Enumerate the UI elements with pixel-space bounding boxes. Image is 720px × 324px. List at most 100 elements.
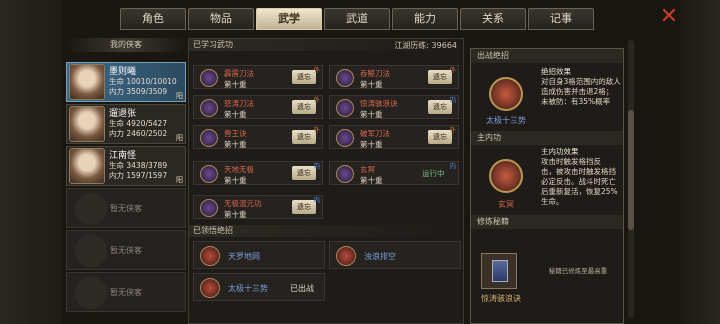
tab-character[interactable]: 角色 (120, 8, 186, 30)
close-icon[interactable]: ✕ (656, 6, 682, 30)
skill-level: 第十重 (360, 110, 383, 119)
skill-name: 吞鲸刀法 (360, 69, 390, 78)
skill-icon (200, 129, 218, 147)
forget-button[interactable]: 遗忘 (428, 70, 452, 84)
inner-effect-text: 击，被攻击时触发格挡必定反击。战斗时死亡后重新复活，恢复25%生命。 (541, 167, 618, 206)
skill-tag: 外 (313, 126, 321, 134)
tab-martial-way[interactable]: 武道 (324, 8, 390, 30)
ult-name: 太极十三势 (228, 284, 268, 293)
ult-icon (336, 246, 356, 266)
tab-bar: 角色 物品 武学 武道 能力 关系 记事 (120, 8, 594, 32)
skill-name: 天地无极 (224, 165, 254, 174)
forget-button[interactable]: 遗忘 (292, 200, 316, 214)
hero-card[interactable]: 江南怪 生命 3438/3789 内力 1597/1597 阳 (66, 146, 186, 186)
ult-name: 太极十三势 (486, 116, 526, 125)
hero-list-title: 我的侠客 (66, 38, 186, 52)
skill-name: 怒涛刀法 (224, 99, 254, 108)
empty-hero-slot[interactable]: 暂无侠客 (66, 272, 186, 312)
experience-points: 江湖历练: 39664 (394, 41, 457, 50)
inner-name: 玄冥 (498, 200, 514, 209)
hero-flag: 阳 (176, 92, 183, 100)
skill-icon (336, 165, 354, 183)
ghost-avatar-icon (75, 277, 107, 309)
skill-level: 第十重 (224, 110, 247, 119)
tab-martial-arts[interactable]: 武学 (256, 8, 322, 30)
skill-card[interactable]: 天地无极 第十重 遗忘内 (193, 161, 323, 185)
ghost-avatar-icon (75, 193, 107, 225)
skill-card[interactable]: 兽王诀第十重 遗忘外 (193, 125, 323, 149)
skill-name: 无极混元功 (224, 199, 262, 208)
hero-mp: 内力 1597/1597 (109, 171, 168, 180)
forget-button[interactable]: 遗忘 (428, 130, 452, 144)
scrollbar-thumb[interactable] (628, 110, 634, 230)
skill-level: 第十重 (224, 210, 247, 219)
hero-card[interactable]: 遛退张 生命 4920/5427 内力 2460/2502 阳 (66, 104, 186, 144)
tab-items[interactable]: 物品 (188, 8, 254, 30)
ult-card[interactable]: 浊浪排空 (329, 241, 461, 269)
skill-card[interactable]: 吞鲸刀法 第十重 遗忘外 (329, 65, 459, 89)
ult-card[interactable]: 太极十三势 已出战 (193, 273, 325, 301)
skill-level: 第十重 (360, 80, 383, 89)
book-icon (481, 253, 517, 289)
skill-level: 第十重 (224, 140, 247, 149)
skill-level: 第十重 (360, 176, 383, 185)
ult-name: 天罗地网 (228, 252, 260, 261)
skill-level: 第十重 (360, 140, 383, 149)
book-cover (492, 260, 508, 282)
skill-name: 兽王诀 (224, 129, 247, 138)
hero-name: 墨则曦 (109, 67, 137, 77)
ult-effect-extra: 未被防：有35%概率 (541, 97, 611, 106)
skill-tag: 外 (449, 126, 457, 134)
tab-relations[interactable]: 关系 (460, 8, 526, 30)
ult-effect: 绝招效果 对自身3格范围内的敌人造成伤害并击退2格； 未被防：有35%概率 (541, 67, 623, 127)
forget-button[interactable]: 遗忘 (292, 100, 316, 114)
tab-notes[interactable]: 记事 (528, 8, 594, 30)
skill-tag: 内 (313, 162, 321, 170)
hero-flag: 阳 (176, 134, 183, 142)
ult-big-icon (489, 77, 523, 111)
skill-card[interactable]: 霹雳刀法 第十重 遗忘外 (193, 65, 323, 89)
hero-mp: 内力 2460/2502 (109, 129, 168, 138)
skill-name: 霹雳刀法 (224, 69, 254, 78)
ult-name: 浊浪排空 (364, 252, 396, 261)
hero-info: 江南怪 生命 3438/3789 内力 1597/1597 (109, 151, 167, 181)
ult-title: 已领悟绝招 (189, 225, 465, 237)
inner-header: 主内功 (471, 131, 623, 145)
skill-card[interactable]: 破军刀法第十重 遗忘外 (329, 125, 459, 149)
skill-icon (200, 99, 218, 117)
hero-info: 遛退张 生命 4920/5427 内力 2460/2502 (109, 109, 167, 139)
left-background (0, 0, 62, 324)
empty-hero-slot[interactable]: 暂无侠客 (66, 188, 186, 228)
skill-level: 第十重 (224, 80, 247, 89)
skill-name: 破军刀法 (360, 129, 390, 138)
skill-card[interactable]: 惊涛骇浪诀 第十重 遗忘内 (329, 95, 459, 119)
hero-info: 墨则曦 生命 10010/10010 内力 3509/3509 (109, 67, 177, 97)
hero-hp: 生命 3438/3789 (109, 161, 168, 170)
skill-tag: 内 (313, 196, 321, 204)
right-background (680, 0, 720, 324)
ult-effect-title: 绝招效果 (541, 67, 571, 76)
train-note: 秘籍已修炼至最高重 (548, 267, 608, 275)
skill-icon (200, 69, 218, 87)
ult-effect-text: 对自身3格范围内的敌人造成伤害并击退2格； (541, 77, 621, 96)
hero-card[interactable]: 墨则曦 生命 10010/10010 内力 3509/3509 阳 (66, 62, 186, 102)
forget-button[interactable]: 遗忘 (428, 100, 452, 114)
forget-button[interactable]: 遗忘 (292, 70, 316, 84)
scrollbar[interactable] (628, 40, 634, 318)
ult-header: 出战绝招 (471, 49, 623, 63)
inner-big-icon (489, 159, 523, 193)
skill-card[interactable]: 无极混元功第十重 遗忘内 (193, 195, 323, 219)
hero-hp: 生命 10010/10010 (109, 77, 177, 86)
forget-button[interactable]: 遗忘 (292, 166, 316, 180)
ult-card[interactable]: 天罗地网 (193, 241, 325, 269)
forget-button[interactable]: 遗忘 (292, 130, 316, 144)
tab-ability[interactable]: 能力 (392, 8, 458, 30)
skill-tag: 内 (449, 162, 457, 170)
skill-icon (336, 99, 354, 117)
empty-hero-slot[interactable]: 暂无侠客 (66, 230, 186, 270)
inner-effect-top: 攻击时触发格挡反 (541, 157, 601, 166)
skill-card[interactable]: 怒涛刀法 第十重 遗忘外 (193, 95, 323, 119)
empty-label: 暂无侠客 (110, 204, 142, 213)
inner-effect-title: 主内功效果 (541, 147, 579, 156)
skill-card[interactable]: 玄冥 第十重 运行中内 (329, 161, 459, 185)
